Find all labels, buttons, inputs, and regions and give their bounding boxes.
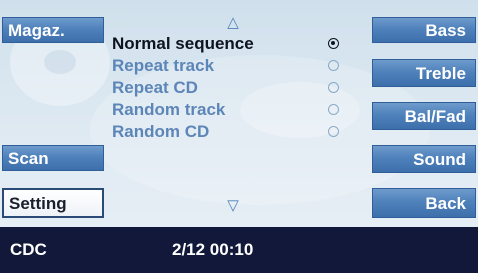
back-button[interactable]: Back [372, 188, 476, 218]
bass-button[interactable]: Bass [372, 17, 476, 43]
sound-button[interactable]: Sound [372, 145, 476, 173]
radio-empty-icon [328, 60, 339, 71]
source-label: CDC [10, 240, 47, 259]
list-item-label: Repeat track [112, 56, 215, 75]
list-item-repeat-track[interactable]: Repeat track [108, 56, 358, 76]
radio-selected-icon [328, 38, 339, 49]
scroll-up-icon[interactable]: △ [108, 13, 358, 31]
list-item-repeat-cd[interactable]: Repeat CD [108, 78, 358, 98]
bal-fad-button[interactable]: Bal/Fad [372, 102, 476, 130]
list-item-normal-sequence[interactable]: Normal sequence [108, 34, 358, 54]
treble-button[interactable]: Treble [372, 59, 476, 87]
list-item-random-track[interactable]: Random track [108, 100, 358, 120]
radio-empty-icon [328, 126, 339, 137]
list-item-random-cd[interactable]: Random CD [108, 122, 358, 142]
list-item-label: Repeat CD [112, 78, 198, 97]
display-screen: Magaz. Scan Setting Bass Treble Bal/Fad … [0, 0, 478, 227]
radio-empty-icon [328, 104, 339, 115]
radio-empty-icon [328, 82, 339, 93]
scroll-down-icon[interactable]: ▽ [108, 196, 358, 214]
list-item-label: Random track [112, 100, 226, 119]
list-item-label: Normal sequence [112, 34, 254, 53]
magazine-button[interactable]: Magaz. [2, 17, 104, 43]
status-bar: CDC 2/12 00:10 [0, 227, 478, 273]
playback-mode-list: △ Normal sequence Repeat track Repeat CD… [108, 0, 358, 227]
track-time-readout: 2/12 00:10 [172, 240, 254, 259]
list-item-label: Random CD [112, 122, 210, 141]
scan-button[interactable]: Scan [2, 145, 104, 171]
setting-button[interactable]: Setting [2, 188, 104, 218]
